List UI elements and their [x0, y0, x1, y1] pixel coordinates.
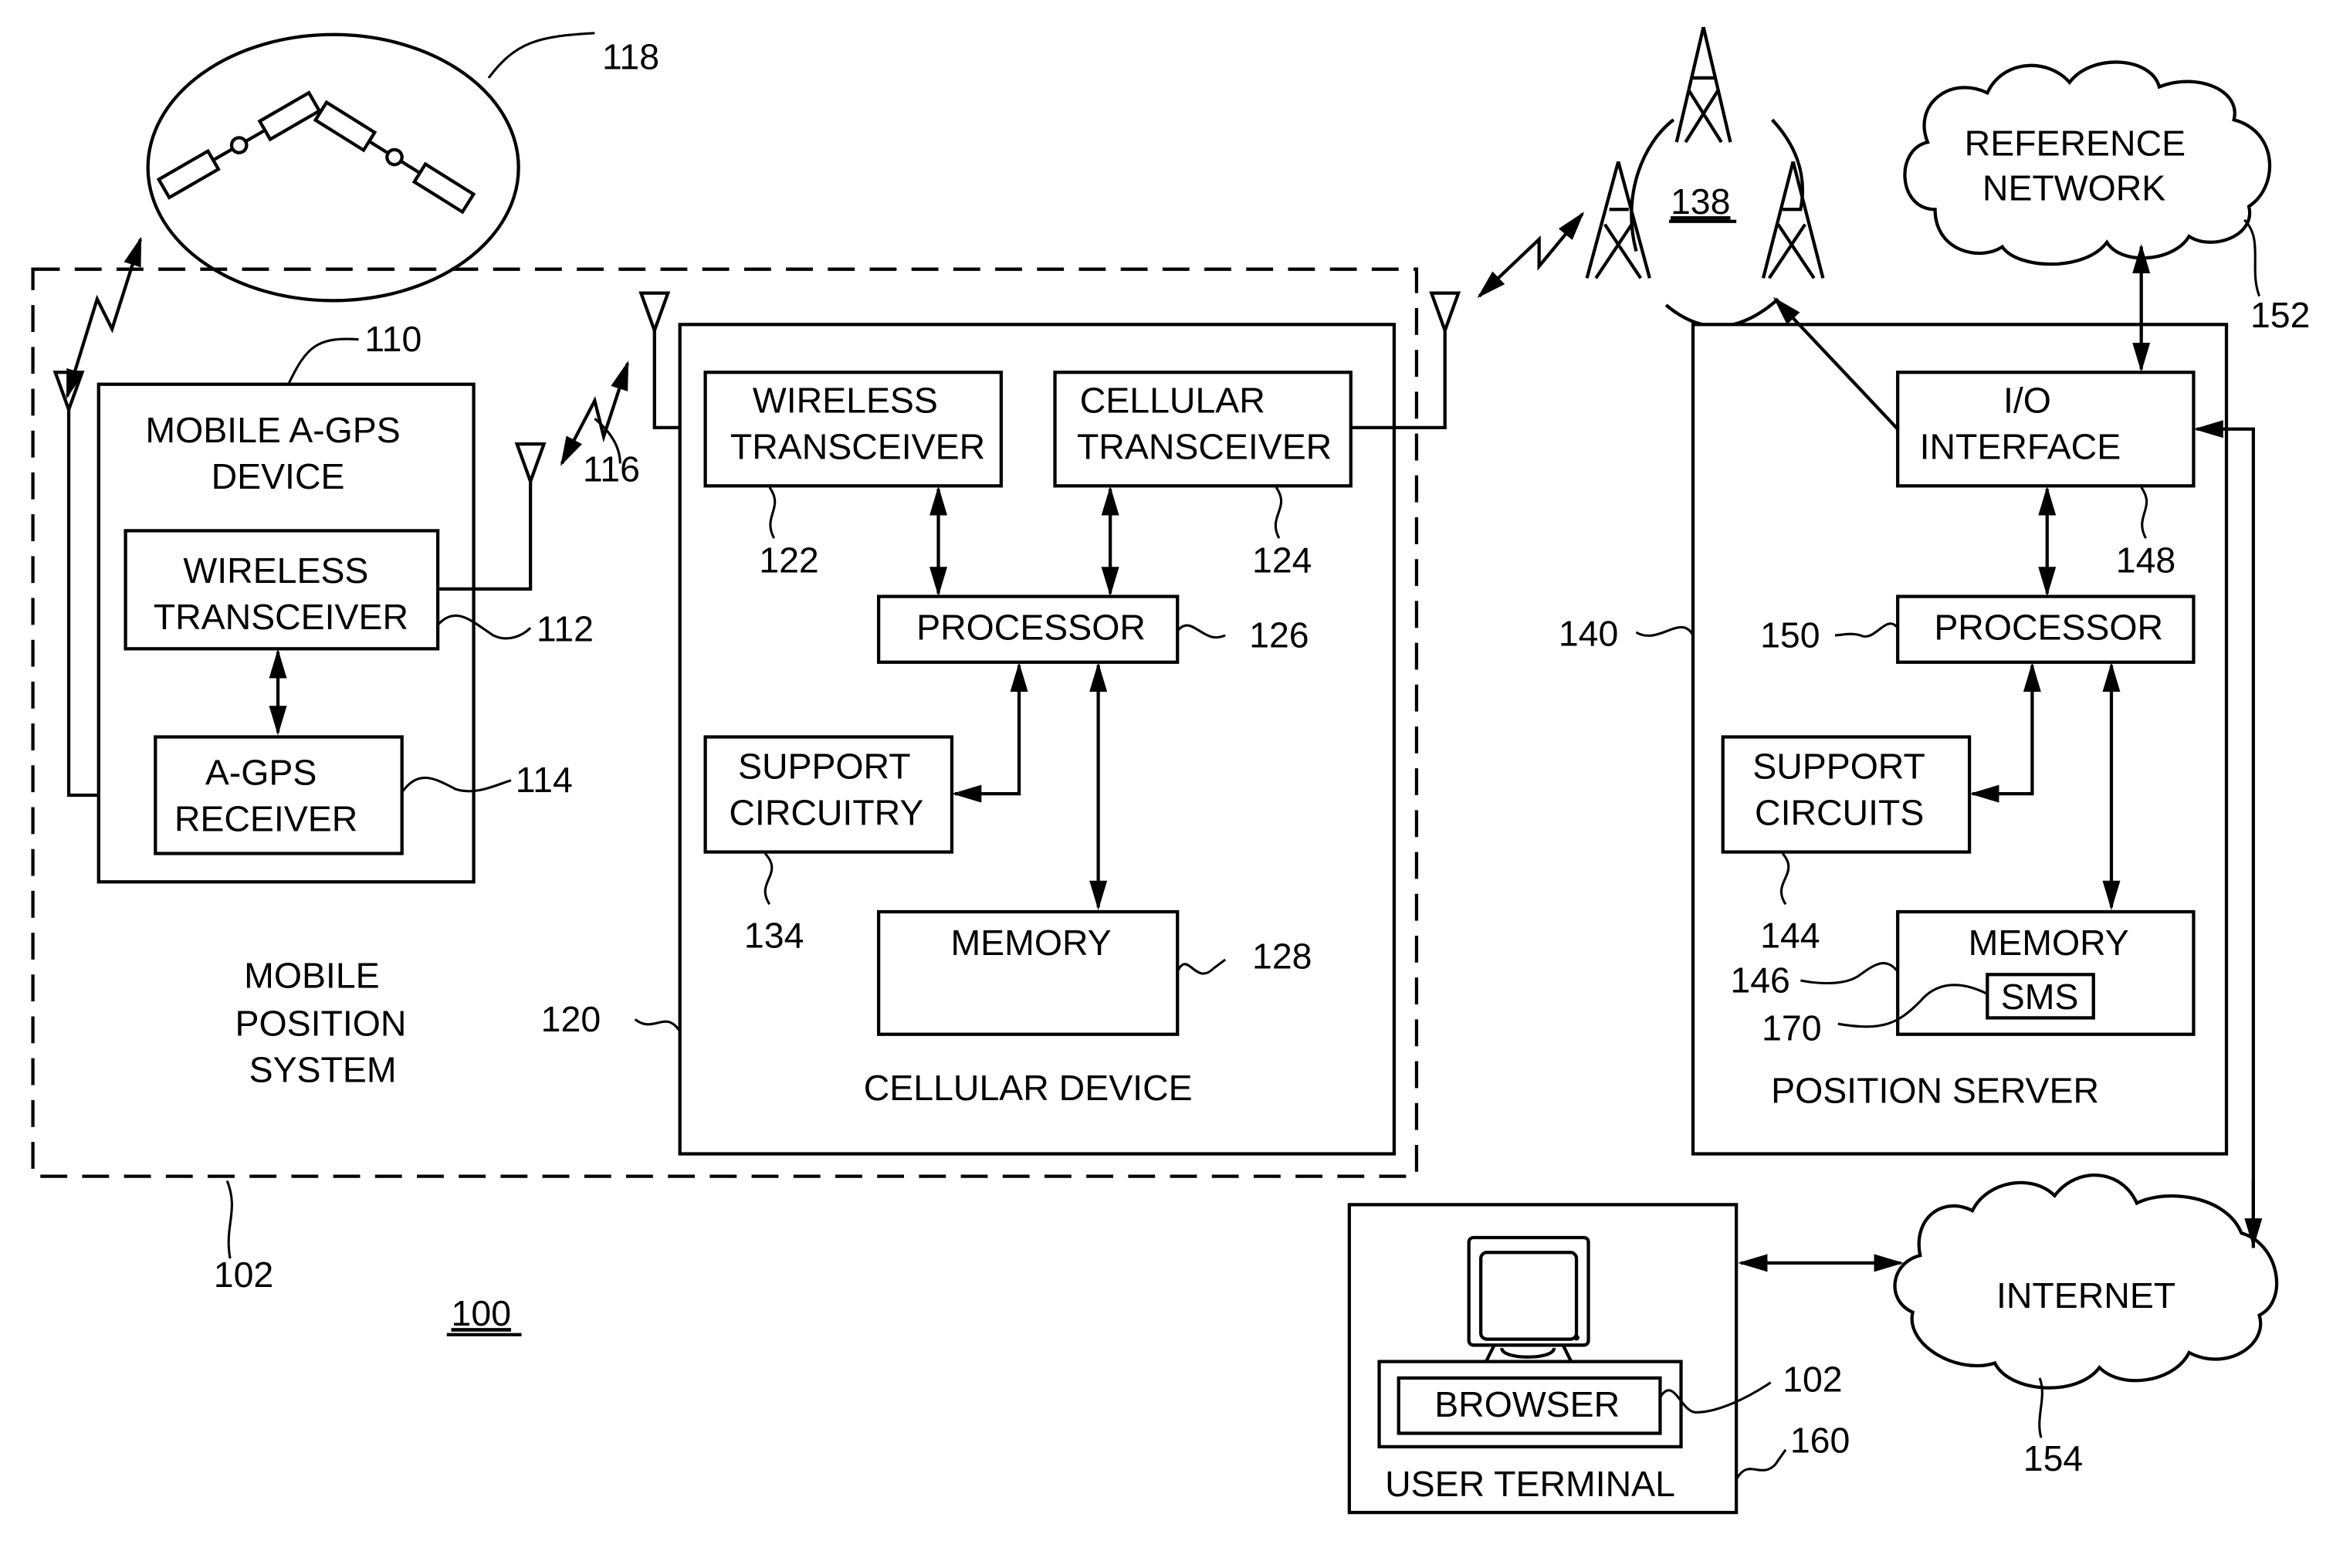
leader-line [1735, 1448, 1787, 1481]
ref-160: 160 [1790, 1421, 1850, 1461]
ref-120: 120 [541, 999, 601, 1039]
ref-102-system: 102 [214, 1255, 273, 1295]
ref-112: 112 [537, 609, 594, 649]
server-memory-label: MEMORY [1969, 923, 2129, 963]
constellation-ellipse [146, 32, 520, 303]
cell-tower-icon [1761, 161, 1825, 279]
ref-126: 126 [1249, 615, 1309, 655]
satellite-icon [313, 100, 476, 215]
leader-line [1635, 625, 1695, 637]
satellite-constellation: 118 [146, 32, 659, 303]
ref-154: 154 [2023, 1438, 2083, 1478]
user-terminal: USER TERMINAL 160 BROWSER 102 [1347, 1203, 1850, 1515]
leader-line [487, 32, 595, 79]
ref-170: 170 [1762, 1008, 1821, 1048]
coverage-arc [1771, 118, 1805, 210]
position-server: POSITION SERVER 140 I/O INTERFACE 148 PR… [1559, 243, 2229, 1156]
ref-134: 134 [744, 915, 804, 955]
internet-label: INTERNET [1996, 1275, 2175, 1316]
position-server-label: POSITION SERVER [1771, 1071, 2099, 1111]
mobile-agps-device: MOBILE A-GPS DEVICE 110 WIRELESS TRANSCE… [52, 319, 594, 884]
ref-146: 146 [1730, 960, 1789, 1001]
cell-tower-icon [1674, 26, 1732, 144]
browser-label: BROWSER [1434, 1384, 1620, 1424]
cellular-device-label: CELLULAR DEVICE [864, 1068, 1193, 1108]
cellular-signal-link [1477, 212, 1585, 299]
leader-line [225, 1180, 233, 1259]
internet-cloud: INTERNET 154 [1893, 1173, 2279, 1478]
system-block-diagram: 118 MOBILE POSITION SYSTEM 102 100 MOBIL… [31, 26, 2310, 1515]
ref-138: 138 [1671, 181, 1730, 222]
ref-144: 144 [1760, 915, 1820, 955]
mobile-position-system-label: MOBILE POSITION SYSTEM [235, 956, 417, 1090]
cellular-device: CELLULAR DEVICE 120 WIRELESS TRANSCEIVER… [541, 291, 1461, 1156]
reference-network-label: REFERENCE NETWORK [1965, 124, 2196, 208]
sms-label: SMS [2001, 977, 2079, 1017]
cell-tower-network: 138 [1585, 26, 1825, 328]
computer-monitor-icon [1467, 1235, 1590, 1364]
leader-line [2243, 218, 2261, 297]
ref-150: 150 [1760, 615, 1820, 655]
reference-network-cloud: REFERENCE NETWORK 152 [1903, 60, 2310, 335]
ref-122: 122 [759, 540, 818, 581]
ref-152: 152 [2250, 295, 2310, 335]
ref-118: 118 [602, 36, 659, 76]
coverage-arc [1664, 297, 1779, 328]
ref-140: 140 [1559, 613, 1618, 653]
ref-124: 124 [1252, 540, 1312, 581]
leader-line [634, 1018, 681, 1032]
ref-128: 128 [1252, 936, 1312, 977]
cellular-processor-label: PROCESSOR [916, 608, 1146, 648]
ref-114: 114 [516, 760, 573, 800]
server-processor-label: PROCESSOR [1934, 608, 2163, 648]
ref-102-browser: 102 [1783, 1359, 1842, 1399]
ref-110: 110 [364, 319, 422, 359]
satellite-icon [156, 90, 322, 200]
ref-148: 148 [2116, 540, 2175, 581]
figure-ref-100: 100 [452, 1293, 511, 1333]
leader-line [287, 337, 359, 385]
ref-116: 116 [583, 449, 640, 489]
cell-tower-icon [1585, 161, 1651, 279]
user-terminal-label: USER TERMINAL [1385, 1464, 1675, 1504]
cellular-memory-label: MEMORY [950, 923, 1111, 963]
